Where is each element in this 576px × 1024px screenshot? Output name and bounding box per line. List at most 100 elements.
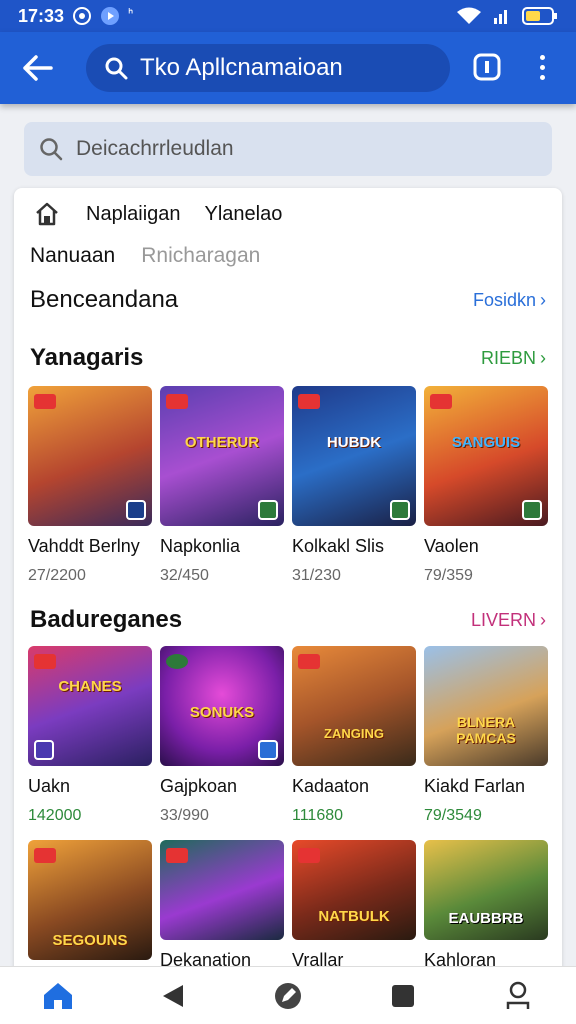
game-count: 33/990 bbox=[160, 807, 209, 824]
game-grid-row-2: CHANES Uakn 142000 SONUKS Gajpkoan 33/99… bbox=[28, 646, 550, 825]
chevron-right-icon: › bbox=[540, 347, 546, 368]
corner-icon bbox=[34, 740, 54, 760]
chevron-right-icon: › bbox=[540, 609, 546, 630]
square-icon[interactable] bbox=[373, 971, 433, 1021]
game-name: Kolkakl Slis bbox=[292, 536, 385, 556]
badge-icon bbox=[298, 848, 320, 863]
section-header-3: Badureganes LIVERN › bbox=[30, 606, 546, 634]
section-link-text: LIVERN bbox=[470, 609, 536, 630]
tabs-row: Nanuaan Rnicharagan bbox=[30, 244, 260, 268]
profile-icon[interactable] bbox=[488, 971, 548, 1021]
game-card[interactable]: ZANGING Kadaaton 111680 bbox=[292, 646, 416, 825]
game-name: Kiakd Farlan bbox=[424, 776, 526, 796]
page-icon[interactable] bbox=[472, 52, 502, 82]
game-name: Napkonlia bbox=[160, 536, 241, 556]
content-card: Naplaiigan Ylanelao Nanuaan Rnicharagan … bbox=[14, 188, 562, 978]
section-link[interactable]: LIVERN › bbox=[471, 610, 546, 631]
section-header-1: Benceandana Fosidkn › bbox=[30, 286, 546, 314]
app-bar: Tko Apllcnamaioan bbox=[0, 32, 576, 104]
badge-icon bbox=[34, 848, 56, 863]
thumbnail-logo: EAUBBRB bbox=[448, 910, 524, 927]
status-time: 17:33 bbox=[18, 5, 65, 26]
badge-icon bbox=[166, 394, 188, 409]
nav-item-1[interactable]: Naplaiigan bbox=[86, 203, 181, 226]
badge-icon bbox=[430, 394, 452, 409]
game-card[interactable]: SEGOUNS bbox=[28, 840, 152, 971]
wifi-icon bbox=[456, 6, 482, 26]
section-title: Benceandana bbox=[30, 286, 179, 313]
game-count: 31/230 bbox=[292, 567, 341, 584]
game-grid-row-1: Vahddt Berlny 27/2200 OTHERUR Napkonlia … bbox=[28, 386, 550, 585]
thumbnail-logo: SANGUIS bbox=[451, 434, 521, 451]
game-thumbnail bbox=[28, 386, 152, 526]
search-icon bbox=[38, 136, 64, 162]
back-arrow-icon[interactable] bbox=[20, 52, 56, 84]
section-title: Badureganes bbox=[30, 606, 183, 633]
edit-icon[interactable] bbox=[258, 971, 318, 1021]
thumbnail-logo: SONUKS bbox=[189, 704, 255, 721]
search-placeholder: Deicachrrleudlan bbox=[76, 137, 234, 160]
more-vert-icon[interactable] bbox=[530, 50, 554, 84]
game-card[interactable]: BLNERA PAMCAS Kiakd Farlan 79/3549 bbox=[424, 646, 548, 825]
home-outline-icon[interactable] bbox=[34, 202, 60, 226]
game-card[interactable]: HUBDK Kolkakl Slis 31/230 bbox=[292, 386, 416, 585]
thumbnail-logo: NATBULK bbox=[318, 908, 390, 925]
badge-icon bbox=[166, 848, 188, 863]
game-card[interactable]: NATBULK Vrallar bbox=[292, 840, 416, 971]
home-icon[interactable] bbox=[28, 971, 88, 1021]
badge-icon bbox=[298, 394, 320, 409]
section-link-text: Fosidkn bbox=[472, 289, 536, 310]
thumbnail-logo: CHANES bbox=[58, 678, 122, 695]
back-triangle-icon[interactable] bbox=[143, 971, 203, 1021]
section-link-text: RIEBN bbox=[480, 347, 536, 368]
game-thumbnail: ZANGING bbox=[292, 646, 416, 766]
tab-inactive[interactable]: Rnicharagan bbox=[141, 244, 260, 268]
game-name: Vaolen bbox=[424, 536, 479, 556]
game-thumbnail: NATBULK bbox=[292, 840, 416, 940]
game-card[interactable]: EAUBBRB Kahloran bbox=[424, 840, 548, 971]
game-card[interactable]: Vahddt Berlny 27/2200 bbox=[28, 386, 152, 585]
tab-active[interactable]: Nanuaan bbox=[30, 244, 115, 268]
game-thumbnail: SONUKS bbox=[160, 646, 284, 766]
section-link[interactable]: Fosidkn › bbox=[473, 290, 546, 311]
game-grid-row-3: SEGOUNS Dekanation NATBULK Vrallar EAUBB… bbox=[28, 840, 550, 971]
search-field[interactable]: Deicachrrleudlan bbox=[24, 122, 552, 176]
notification-icon bbox=[72, 6, 92, 26]
game-name: Gajpkoan bbox=[160, 776, 238, 796]
game-name: Kadaaton bbox=[292, 776, 370, 796]
corner-icon bbox=[126, 500, 146, 520]
battery-icon bbox=[522, 6, 558, 26]
thumbnail-logo: OTHERUR bbox=[184, 434, 260, 451]
game-count: 111680 bbox=[292, 807, 344, 824]
status-bar: 17:33 ᑋ bbox=[0, 0, 576, 32]
game-thumbnail: EAUBBRB bbox=[424, 840, 548, 940]
game-card[interactable]: Dekanation bbox=[160, 840, 284, 971]
thumbnail-logo: BLNERA PAMCAS bbox=[456, 714, 516, 746]
status-extra: ᑋ bbox=[128, 7, 134, 24]
app-notification-icon bbox=[100, 6, 120, 26]
nav-item-2[interactable]: Ylanelao bbox=[205, 203, 283, 226]
game-count: 27/2200 bbox=[28, 567, 86, 584]
thumbnail-logo: ZANGING bbox=[324, 726, 384, 741]
badge-icon bbox=[298, 654, 320, 669]
game-thumbnail bbox=[160, 840, 284, 940]
game-card[interactable]: CHANES Uakn 142000 bbox=[28, 646, 152, 825]
game-card[interactable]: SANGUIS Vaolen 79/359 bbox=[424, 386, 548, 585]
section-link[interactable]: RIEBN › bbox=[481, 348, 546, 369]
corner-icon bbox=[522, 500, 542, 520]
app-search-bar[interactable]: Tko Apllcnamaioan bbox=[86, 44, 450, 92]
game-card[interactable]: SONUKS Gajpkoan 33/990 bbox=[160, 646, 284, 825]
thumbnail-logo: SEGOUNS bbox=[52, 932, 128, 949]
game-card[interactable]: OTHERUR Napkonlia 32/450 bbox=[160, 386, 284, 585]
corner-icon bbox=[258, 740, 278, 760]
game-count: 79/359 bbox=[424, 567, 473, 584]
game-thumbnail: SEGOUNS bbox=[28, 840, 152, 960]
game-thumbnail: HUBDK bbox=[292, 386, 416, 526]
game-count: 32/450 bbox=[160, 567, 209, 584]
corner-icon bbox=[258, 500, 278, 520]
game-thumbnail: BLNERA PAMCAS bbox=[424, 646, 548, 766]
corner-icon bbox=[390, 500, 410, 520]
badge-icon bbox=[34, 654, 56, 669]
game-thumbnail: CHANES bbox=[28, 646, 152, 766]
search-icon bbox=[104, 56, 128, 80]
